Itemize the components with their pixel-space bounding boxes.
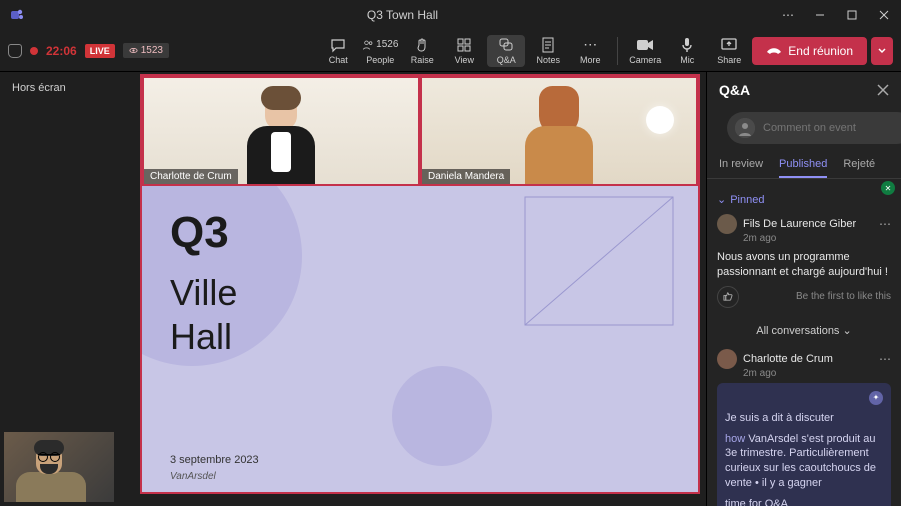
chat-icon bbox=[330, 37, 346, 53]
raise-hand-button[interactable]: Raise bbox=[403, 35, 441, 67]
camera-icon bbox=[636, 37, 654, 53]
qa-panel: Q&A ▾ In review Published Rejeté ✕ bbox=[706, 72, 901, 506]
tab-published[interactable]: Published bbox=[779, 152, 827, 178]
maximize-icon[interactable] bbox=[841, 4, 863, 26]
post-1-first-like: Be the first to like this bbox=[796, 291, 891, 302]
qa-comment-input-container[interactable] bbox=[727, 112, 901, 144]
post-2-more-button[interactable]: ⋯ bbox=[879, 352, 891, 366]
notes-button[interactable]: Notes bbox=[529, 35, 567, 67]
tab-in-review[interactable]: In review bbox=[719, 152, 763, 178]
post-2-reply-bubble: ✦ Je suis a dit à discuter how VanArsdel… bbox=[717, 383, 891, 506]
recording-timer: 22:06 bbox=[46, 44, 77, 58]
end-meeting-dropdown[interactable] bbox=[871, 37, 893, 65]
post-1-time: 2m ago bbox=[743, 233, 891, 244]
self-video-thumbnail[interactable] bbox=[4, 432, 114, 502]
chevron-down-icon bbox=[877, 46, 887, 56]
notes-icon bbox=[541, 37, 555, 53]
bot-badge-icon: ✦ bbox=[869, 391, 883, 405]
view-grid-icon bbox=[457, 37, 471, 53]
share-screen-icon bbox=[721, 37, 737, 53]
people-button[interactable]: 1526 People bbox=[361, 35, 399, 67]
post-1-text: Nous avons un programme passionnant et c… bbox=[717, 250, 891, 280]
mic-icon bbox=[681, 37, 693, 53]
more-window-icon[interactable]: ⋯ bbox=[777, 4, 799, 26]
self-avatar bbox=[735, 118, 755, 138]
post-1-like-button[interactable] bbox=[717, 286, 739, 308]
view-button[interactable]: View bbox=[445, 35, 483, 67]
thumbs-up-icon bbox=[723, 291, 734, 302]
post-2-reply-how: how bbox=[725, 433, 745, 445]
qa-panel-title: Q&A bbox=[719, 82, 750, 98]
shield-icon bbox=[8, 44, 22, 58]
qa-button[interactable]: Q&A bbox=[487, 35, 525, 67]
slide-date: 3 septembre 2023 bbox=[170, 454, 259, 466]
recording-indicator-icon bbox=[30, 47, 38, 55]
qa-tabs: In review Published Rejeté bbox=[707, 152, 901, 179]
presenter-video-2[interactable]: Daniela Mandera bbox=[420, 76, 698, 186]
qa-comment-input[interactable] bbox=[763, 122, 901, 134]
post-1-avatar bbox=[717, 214, 737, 234]
more-horizontal-icon: ⋯ bbox=[583, 37, 597, 53]
off-screen-label: Hors écran bbox=[0, 72, 140, 104]
all-conversations-toggle[interactable]: All conversations ⌄ bbox=[717, 316, 891, 345]
tab-rejected[interactable]: Rejeté bbox=[843, 152, 875, 178]
share-button[interactable]: Share bbox=[710, 35, 748, 67]
presenter-2-name: Daniela Mandera bbox=[422, 169, 510, 184]
live-badge: LIVE bbox=[85, 44, 115, 58]
title-bar: Q3 Town Hall ⋯ bbox=[0, 0, 901, 30]
viewer-count-badge: 1523 bbox=[123, 43, 169, 58]
qa-icon bbox=[498, 37, 514, 53]
chevron-down-icon: ⌄ bbox=[717, 193, 726, 206]
slide-heading: Q3 bbox=[170, 208, 229, 258]
post-2-avatar bbox=[717, 349, 737, 369]
presenter-video-1[interactable]: Charlotte de Crum bbox=[142, 76, 420, 186]
presenter-1-name: Charlotte de Crum bbox=[144, 169, 238, 184]
new-indicator-badge[interactable]: ✕ bbox=[881, 181, 895, 195]
chevron-down-icon: ⌄ bbox=[843, 325, 852, 337]
post-2-reply-line2: VanArsdel s'est produit au 3e trimestre.… bbox=[725, 433, 876, 490]
left-column: Hors écran bbox=[0, 72, 140, 506]
qa-post-1: Fils De Laurence Giber ⋯ 2m ago Nous avo… bbox=[717, 210, 891, 316]
meeting-toolbar: 22:06 LIVE 1523 Chat 1526 People Raise V… bbox=[0, 30, 901, 72]
close-window-icon[interactable] bbox=[873, 4, 895, 26]
close-qa-icon[interactable] bbox=[877, 84, 889, 96]
chat-button[interactable]: Chat bbox=[319, 35, 357, 67]
post-1-author: Fils De Laurence Giber bbox=[743, 218, 856, 230]
pinned-section-header[interactable]: ⌄ Pinned bbox=[717, 193, 891, 206]
more-button[interactable]: ⋯ More bbox=[571, 35, 609, 67]
slide-line-2: Hall bbox=[170, 316, 232, 358]
people-icon: 1526 bbox=[362, 37, 398, 53]
main-stage: Charlotte de Crum Daniela Mandera Q3 Vil… bbox=[140, 72, 706, 506]
qa-post-2: Charlotte de Crum ⋯ 2m ago ✦ Je suis a d… bbox=[717, 345, 891, 506]
end-meeting-button[interactable]: End réunion bbox=[752, 37, 867, 65]
hangup-icon bbox=[766, 46, 782, 56]
toolbar-separator bbox=[617, 37, 618, 65]
post-2-author: Charlotte de Crum bbox=[743, 353, 833, 365]
post-2-time: 2m ago bbox=[743, 368, 891, 379]
shared-content: Charlotte de Crum Daniela Mandera Q3 Vil… bbox=[140, 74, 700, 494]
minimize-icon[interactable] bbox=[809, 4, 831, 26]
post-2-reply-line1: Je suis a dit à discuter bbox=[725, 411, 883, 426]
viewer-count: 1523 bbox=[141, 45, 163, 56]
camera-button[interactable]: Camera bbox=[626, 35, 664, 67]
raise-hand-icon bbox=[414, 37, 430, 53]
presentation-slide: Q3 Ville Hall 3 septembre 2023 VanArsdel bbox=[142, 186, 698, 492]
slide-triangle-decoration bbox=[524, 196, 674, 326]
slide-brand: VanArsdel bbox=[170, 471, 216, 482]
slide-line-1: Ville bbox=[170, 272, 237, 314]
app-icon bbox=[6, 4, 28, 26]
mic-button[interactable]: Mic bbox=[668, 35, 706, 67]
post-2-reply-line3: time for Q&A bbox=[725, 497, 883, 506]
window-title: Q3 Town Hall bbox=[28, 8, 777, 22]
post-1-more-button[interactable]: ⋯ bbox=[879, 217, 891, 231]
